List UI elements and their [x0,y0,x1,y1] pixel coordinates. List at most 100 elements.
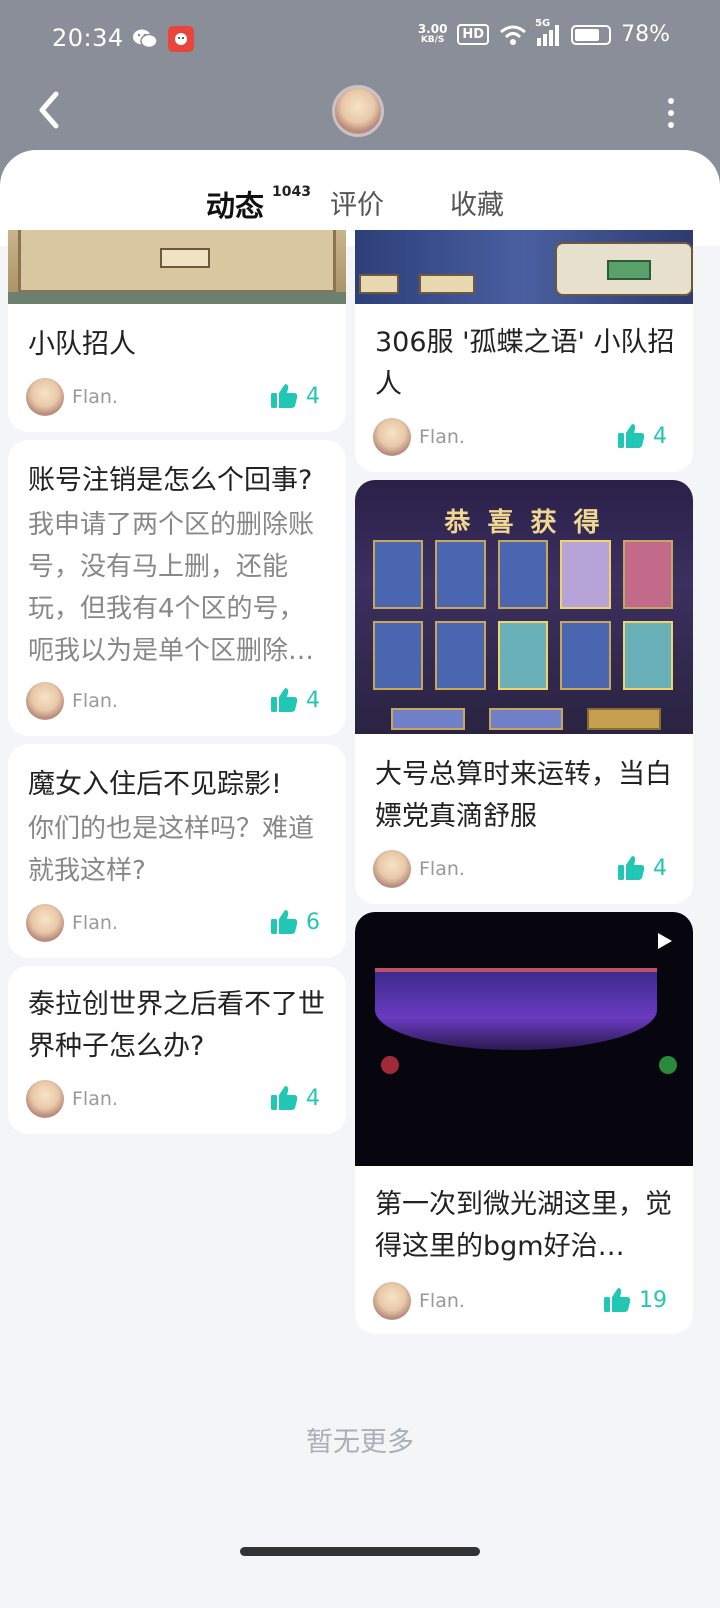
author-avatar [373,418,411,456]
back-button[interactable] [30,88,70,132]
like-count: 4 [306,383,320,409]
no-more-text: 暂无更多 [306,1427,414,1458]
app-notification-icon [168,26,194,52]
wechat-icon [133,29,158,49]
post-author: Flan. [26,1080,118,1118]
like-button[interactable]: 4 [270,382,320,410]
post-author: Flan. [373,850,465,888]
image-button [607,260,651,280]
tab-favorites[interactable]: 收藏 [450,183,504,222]
thumbs-up-icon [271,910,298,934]
like-button[interactable]: 4 [617,422,667,450]
post-description: 你们的也是这样吗？难道就我这样? [28,814,315,886]
image-item [381,1056,399,1074]
status-time: 20:34 [52,24,124,52]
post-card[interactable]: 账号注销是怎么个回事? 我申请了两个区的删除账号，没有马上删，还能玩，但我有4个… [8,440,346,736]
post-title: 泰拉创世界之后看不了世界种子怎么办? [28,989,325,1062]
home-indicator[interactable] [240,1547,480,1556]
image-floor [8,292,346,304]
post-card[interactable]: 小队招人 Flan. 4 [8,230,346,432]
post-image [8,230,346,304]
like-button[interactable]: 4 [617,854,667,882]
post-card[interactable]: 泰拉创世界之后看不了世界种子怎么办? Flan. 4 [8,966,346,1134]
thumbs-up-icon [271,1086,298,1110]
post-author: Flan. [26,904,118,942]
tab-posts-label: 动态 [206,189,265,223]
post-title: 306服 '孤蝶之语' 小队招人 [375,327,675,400]
thumbs-up-icon [618,424,645,448]
like-count: 4 [653,855,667,881]
battery-icon [571,24,612,45]
author-avatar [373,850,411,888]
image-banner-text: 恭 喜 获 得 [444,508,604,538]
post-image: 恭 喜 获 得 [355,480,693,734]
more-options-button[interactable] [664,98,678,128]
thumbs-up-icon [271,384,298,408]
author-avatar [26,1080,64,1118]
author-name: Flan. [419,1290,465,1312]
post-author: Flan. [373,418,465,456]
net-speed: 3.00 KB/S [417,21,448,46]
net-speed-unit: KB/S [420,34,445,45]
image-button [489,708,563,730]
battery-percent: 78% [621,22,670,47]
post-author: Flan. [26,682,118,720]
author-name: Flan. [419,426,465,448]
post-description: 我申请了两个区的删除账号，没有马上删，还能玩，但我有4个区的号，呃我以为是单个区… [28,510,315,666]
notification-icons [132,26,194,52]
image-button [587,708,661,730]
play-icon[interactable] [657,932,673,950]
tab-reviews[interactable]: 评价 [330,183,384,222]
reward-grid [373,540,673,690]
image-ground [375,968,657,972]
post-card[interactable]: 306服 '孤蝶之语' 小队招人 Flan. 4 [355,230,693,472]
post-title: 大号总算时来运转，当白嫖党真滴舒服 [375,759,672,832]
more-dot [668,98,674,104]
thumbs-up-icon [604,1288,631,1312]
like-button[interactable]: 4 [270,1084,320,1112]
author-avatar [26,682,64,720]
like-button[interactable]: 4 [270,686,320,714]
network-type: 5G [535,17,551,29]
image-button [160,248,210,268]
like-count: 4 [306,1085,320,1111]
wifi-icon [500,25,527,45]
author-avatar [26,378,64,416]
post-author: Flan. [373,1282,465,1320]
image-button [359,274,399,294]
like-count: 6 [306,909,320,935]
post-card[interactable]: 魔女入住后不见踪影! 你们的也是这样吗？难道就我这样? Flan. 6 [8,744,346,958]
author-name: Flan. [72,912,118,934]
post-title: 魔女入住后不见踪影! [28,769,282,800]
status-bar: 20:34 3.00 KB/S HD 5G 78% [0,0,720,84]
post-card[interactable]: 恭 喜 获 得 大号总算时来运转，当白嫖党真滴舒服 Flan. 4 [355,480,693,904]
more-dot [668,110,674,116]
more-dot [668,122,674,128]
post-image [355,912,693,1166]
like-button[interactable]: 19 [603,1286,667,1314]
status-right: 3.00 KB/S HD 5G 78% [417,18,670,48]
author-avatar [373,1282,411,1320]
post-image [355,230,693,304]
post-card[interactable]: 第一次到微光湖这里，觉得这里的bgm好治… Flan. 19 [355,912,693,1334]
thumbs-up-icon [271,688,298,712]
author-name: Flan. [419,858,465,880]
tab-posts[interactable]: 动态 [206,183,265,225]
post-title: 第一次到微光湖这里，觉得这里的bgm好治… [375,1189,672,1262]
author-name: Flan. [72,386,118,408]
like-button[interactable]: 6 [270,908,320,936]
post-title: 账号注销是怎么个回事? [28,465,313,496]
author-avatar [26,904,64,942]
post-title: 小队招人 [28,329,136,360]
author-name: Flan. [72,1088,118,1110]
like-count: 4 [306,687,320,713]
net-speed-value: 3.00 [417,21,448,36]
tab-posts-count: 1043 [272,184,311,200]
like-count: 4 [653,423,667,449]
profile-avatar[interactable] [332,85,384,137]
like-count: 19 [639,1287,667,1313]
image-button [419,274,475,294]
signal-indicator: 5G [535,18,561,46]
author-name: Flan. [72,690,118,712]
image-button [391,708,465,730]
